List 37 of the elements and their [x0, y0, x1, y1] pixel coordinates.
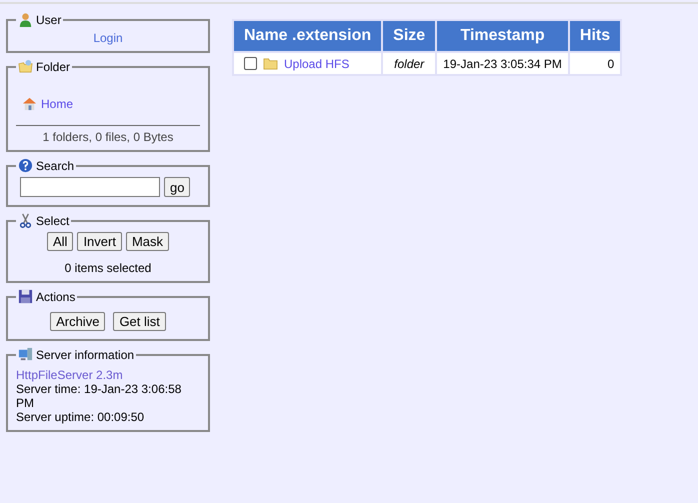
column-header[interactable]: Timestamp: [437, 21, 568, 51]
panel-title: Server information: [36, 348, 134, 362]
house-icon: [22, 96, 37, 111]
go-button[interactable]: go: [164, 177, 190, 197]
user-icon: [18, 12, 33, 27]
panel-title: Folder: [36, 60, 70, 74]
panel-title: Search: [36, 158, 74, 172]
server-info-line: Server time: 19-Jan-23 3:06:58 PM: [16, 382, 182, 410]
table-cell: folder: [383, 53, 436, 74]
select-button[interactable]: All: [46, 232, 74, 251]
panel-title: Actions: [36, 290, 76, 304]
column-header[interactable]: Hits: [570, 21, 620, 51]
action-button[interactable]: Get list: [113, 312, 166, 331]
selection-status: 0 items selected: [64, 261, 152, 275]
home-link[interactable]: Home: [41, 96, 74, 110]
server-info-line: Server uptime: 00:09:50: [16, 410, 146, 424]
table-cell: 19-Jan-23 3:05:34 PM: [437, 53, 568, 74]
computer-icon: [18, 347, 33, 362]
save-icon: [18, 289, 33, 304]
select-button[interactable]: Mask: [126, 232, 170, 251]
scissors-icon: [18, 213, 33, 228]
select-button[interactable]: Invert: [77, 232, 122, 251]
folder-summary: 1 folders, 0 files, 0 Bytes: [42, 130, 174, 144]
server-link[interactable]: HttpFileServer 2.3m: [16, 368, 123, 382]
login-link[interactable]: Login: [93, 31, 123, 45]
column-header[interactable]: Name .extension: [234, 21, 382, 51]
table-cell: 0: [570, 53, 620, 74]
action-button[interactable]: Archive: [50, 312, 106, 331]
row-checkbox[interactable]: [244, 57, 257, 70]
panel-title: User: [36, 12, 62, 26]
folder-icon: [18, 59, 33, 74]
panel-title: Select: [36, 214, 70, 228]
help-icon: [18, 158, 33, 173]
column-header[interactable]: Size: [383, 21, 436, 51]
search-field[interactable]: [20, 177, 160, 197]
folder-icon: [263, 56, 278, 71]
folder-link[interactable]: Upload HFS: [284, 56, 350, 70]
